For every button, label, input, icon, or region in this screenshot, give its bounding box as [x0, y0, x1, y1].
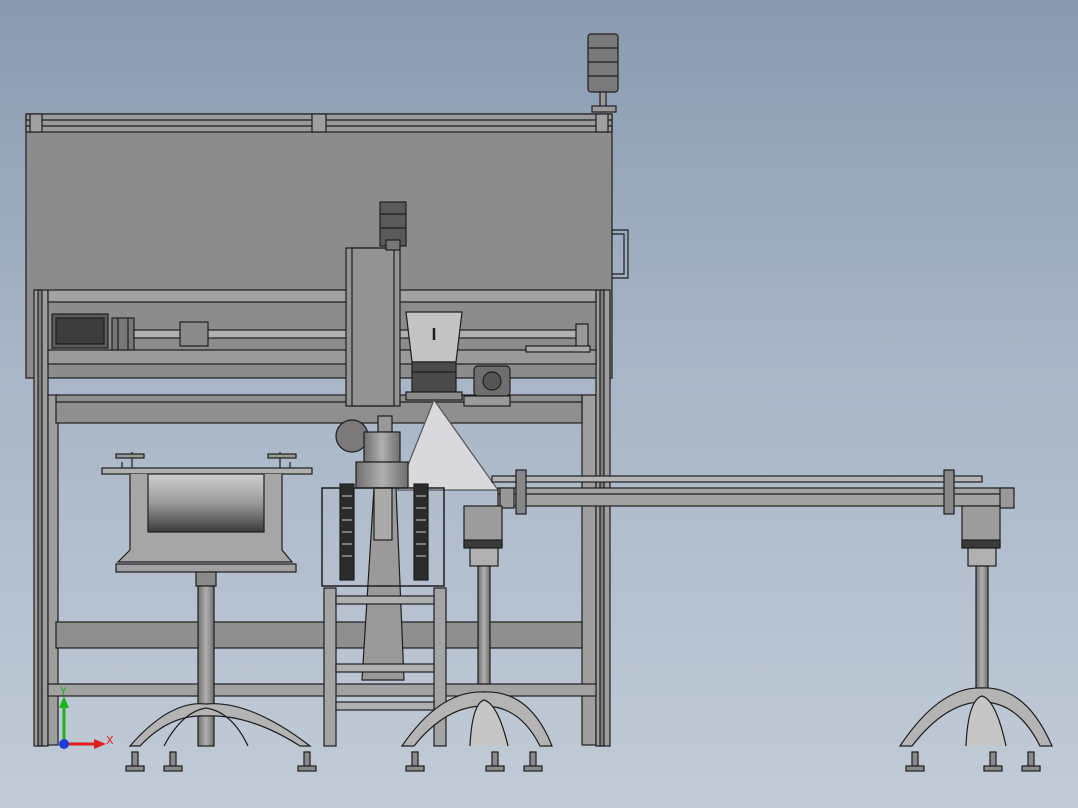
- feed-hopper: [405, 311, 463, 401]
- signal-tower-light: [587, 33, 619, 113]
- x-axis-arrowhead: [94, 739, 106, 749]
- conveyor-support-right: [898, 505, 1053, 772]
- conveyor-rail: [491, 469, 1015, 515]
- machine-assembly-model[interactable]: [0, 0, 1078, 808]
- y-axis-label: Y: [59, 686, 67, 698]
- cad-viewport[interactable]: Y X: [0, 0, 1078, 808]
- z-axis-dot: [59, 739, 69, 749]
- x-axis-label: X: [106, 734, 114, 747]
- coordinate-triad: Y X: [59, 686, 114, 749]
- roll-tray: [101, 452, 313, 747]
- pedestal-base: [125, 703, 317, 772]
